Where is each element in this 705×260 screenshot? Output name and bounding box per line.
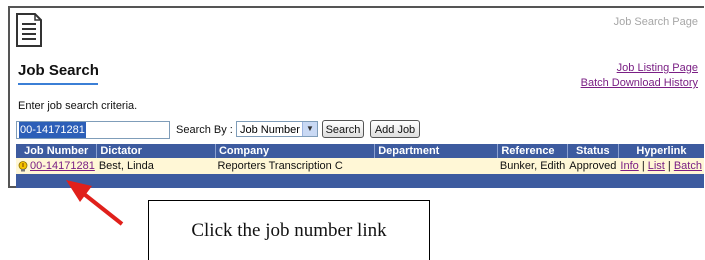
document-icon: [16, 13, 42, 47]
page-label: Job Search Page: [613, 16, 698, 28]
title-underline: [18, 83, 98, 85]
column-header-department[interactable]: Department: [374, 144, 498, 158]
link-separator: |: [667, 160, 671, 172]
column-header-hyperlink: Hyperlink: [617, 144, 704, 158]
search-button[interactable]: Search: [322, 120, 364, 138]
job-number-input-value: 00-14171281: [19, 122, 86, 138]
status-cell: Approved: [567, 158, 619, 174]
top-links: Job Listing Page Batch Download History: [581, 61, 698, 91]
table-row: 00-14171281 Best, Linda Reporters Transc…: [16, 158, 704, 174]
info-link[interactable]: Info: [620, 160, 638, 172]
column-header-company[interactable]: Company: [214, 144, 375, 158]
batch-download-history-link[interactable]: Batch Download History: [581, 76, 698, 91]
job-number-input[interactable]: 00-14171281: [16, 121, 170, 139]
search-row: 00-14171281 Search By : Job Number ▼ Sea…: [16, 120, 576, 142]
table-footer-bar: [16, 174, 704, 188]
chevron-down-icon[interactable]: ▼: [302, 122, 317, 136]
job-number-cell: 00-14171281: [16, 158, 97, 174]
company-cell: Reporters Transcription C: [215, 158, 375, 174]
search-by-select[interactable]: Job Number ▼: [236, 121, 318, 137]
job-number-link[interactable]: 00-14171281: [30, 160, 95, 172]
criteria-label: Enter job search criteria.: [18, 100, 138, 112]
hyperlink-cell: Info | List | Batch: [618, 158, 704, 174]
table-header-row: Job Number Dictator Company Department R…: [16, 144, 704, 158]
results-table: Job Number Dictator Company Department R…: [16, 144, 704, 188]
reference-cell: Bunker, Edith: [497, 158, 568, 174]
link-separator: |: [641, 160, 645, 172]
search-by-label: Search By :: [176, 124, 233, 136]
page-title: Job Search: [18, 62, 99, 79]
column-header-job-number[interactable]: Job Number: [16, 144, 97, 158]
list-link[interactable]: List: [648, 160, 665, 172]
column-header-reference[interactable]: Reference: [497, 144, 568, 158]
annotation-callout: Click the job number link: [148, 200, 430, 260]
batch-link[interactable]: Batch: [674, 160, 702, 172]
table-footer-cell: [16, 174, 704, 188]
dictator-cell: Best, Linda: [96, 158, 216, 174]
add-job-button[interactable]: Add Job: [370, 120, 420, 138]
column-header-status[interactable]: Status: [566, 144, 619, 158]
department-cell: [374, 158, 498, 174]
lightbulb-icon: [18, 160, 28, 172]
callout-text: Click the job number link: [191, 219, 387, 241]
search-by-selected: Job Number: [240, 124, 300, 136]
column-header-dictator[interactable]: Dictator: [96, 144, 216, 158]
job-listing-page-link[interactable]: Job Listing Page: [581, 61, 698, 76]
job-search-panel: Job Search Page Job Search Job Listing P…: [8, 6, 704, 188]
